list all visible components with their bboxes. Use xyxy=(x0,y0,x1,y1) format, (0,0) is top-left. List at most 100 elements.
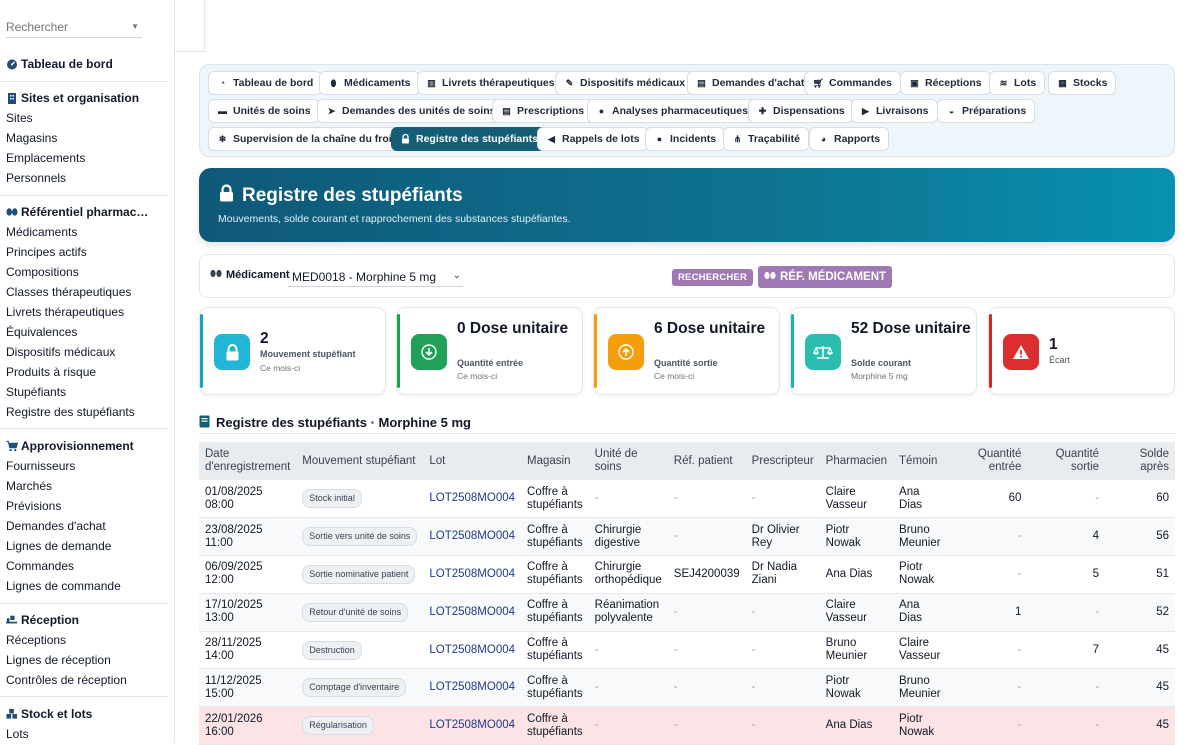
sidebar-item-stupefiants[interactable]: Stupéfiants xyxy=(0,382,174,402)
tab-prescriptions[interactable]: ▤ Prescriptions xyxy=(492,99,594,123)
col-header[interactable]: Prescripteur xyxy=(746,442,820,480)
sidebar-item-fournisseurs[interactable]: Fournisseurs xyxy=(0,456,174,476)
table-cell: - xyxy=(594,719,599,732)
col-header[interactable]: Quantité entrée xyxy=(947,442,1028,480)
tab-demandes-unites-soins[interactable]: ➤ Demandes des unités de soins xyxy=(317,99,505,123)
tab-livraisons[interactable]: ▶ Livraisons xyxy=(851,99,938,123)
sidebar-item-receptions[interactable]: Réceptions xyxy=(0,630,174,650)
sidebar-item-lignes-demande[interactable]: Lignes de demande xyxy=(0,536,174,556)
tab-lots[interactable]: ≋ Lots xyxy=(989,71,1046,95)
sidebar-item-classes-therapeutiques[interactable]: Classes thérapeutiques xyxy=(0,282,174,302)
table-cell: 01/08/2025 08:00 xyxy=(205,485,263,511)
tab-rappels-lots[interactable]: ◀ Rappels de lots xyxy=(537,127,649,151)
sidebar-item-registre-stupefiants[interactable]: Registre des stupéfiants xyxy=(0,402,174,422)
tab-label: Registre des stupéfiants xyxy=(416,133,538,145)
sidebar-section-header[interactable]: Réception xyxy=(0,610,174,630)
sidebar-search-input[interactable] xyxy=(6,18,124,36)
col-header[interactable]: Magasin xyxy=(521,442,589,480)
medicament-select[interactable]: MED0018 - Morphine 5 mg ⌄ xyxy=(288,267,463,287)
lot-link[interactable]: LOT2508MO004 xyxy=(429,681,515,693)
col-header[interactable]: Réf. patient xyxy=(668,442,746,480)
building-icon xyxy=(6,92,18,104)
sidebar-item-lots[interactable]: Lots xyxy=(0,724,174,743)
tab-analyses-pharmaceutiques[interactable]: ● Analyses pharmaceutiques xyxy=(587,99,757,123)
sidebar-section-header[interactable]: Référentiel pharmac… xyxy=(0,202,174,222)
tab-medicaments[interactable]: ⬮ Médicaments xyxy=(319,71,420,95)
table-row[interactable]: 28/11/2025 14:00 Destruction LOT2508MO004 C… xyxy=(199,631,1175,669)
table-cell: Claire Vasseur xyxy=(899,637,941,663)
col-header[interactable]: Témoin xyxy=(893,442,947,480)
col-header[interactable]: Unité de soins xyxy=(589,442,668,480)
table-cell: - xyxy=(673,681,678,694)
table-row[interactable]: 17/10/2025 13:00 Retour d'unité de soins L… xyxy=(199,593,1175,632)
sidebar-item-previsions[interactable]: Prévisions xyxy=(0,496,174,516)
sidebar-item-emplacements[interactable]: Emplacements xyxy=(0,148,174,168)
tab-commandes[interactable]: 🛒︎ Commandes xyxy=(804,71,902,95)
col-header[interactable]: Pharmacien xyxy=(820,442,893,480)
sidebar-item-commandes[interactable]: Commandes xyxy=(0,556,174,576)
sidebar-item-marches[interactable]: Marchés xyxy=(0,476,174,496)
lot-link[interactable]: LOT2508MO004 xyxy=(429,719,515,731)
tab-unites-de-soins[interactable]: ▬ Unités de soins xyxy=(208,99,320,123)
sidebar-section-header[interactable]: Sites et organisation xyxy=(0,88,174,108)
sidebar-item-equivalences[interactable]: Équivalences xyxy=(0,322,174,342)
table-row[interactable]: 22/01/2026 16:00 Régularisation LOT2508MO0… xyxy=(199,706,1175,745)
tab-rapports[interactable]: ◕ Rapports xyxy=(809,127,890,151)
tab-tracabilite[interactable]: ⋔ Traçabilité xyxy=(723,127,809,151)
sidebar-item-medicaments[interactable]: Médicaments xyxy=(0,222,174,242)
sidebar-item-dispositifs-medicaux[interactable]: Dispositifs médicaux xyxy=(0,342,174,362)
ref-medicament-button[interactable]: RÉF. MÉDICAMENT xyxy=(758,266,893,288)
table-cell: 45 xyxy=(1156,643,1169,656)
sidebar-item-lignes-commande[interactable]: Lignes de commande xyxy=(0,576,174,596)
col-header[interactable]: Lot xyxy=(423,442,521,480)
tab-preparations[interactable]: ◒ Préparations xyxy=(937,99,1036,123)
sidebar-section-header[interactable]: Stock et lots xyxy=(0,704,174,724)
table-row[interactable]: 06/09/2025 12:00 Sortie nominative patien… xyxy=(199,556,1175,594)
mortar-icon: ◒ xyxy=(948,106,955,116)
sidebar-item-produits-a-risque[interactable]: Produits à risque xyxy=(0,362,174,382)
lot-link[interactable]: LOT2508MO004 xyxy=(429,492,515,504)
sidebar-section-header[interactable]: Approvisionnement xyxy=(0,436,174,456)
col-header[interactable]: Solde après xyxy=(1105,442,1175,480)
col-header[interactable]: Date d'enregistrement xyxy=(199,442,296,480)
table-cell: 52 xyxy=(1156,605,1169,618)
sidebar-item-sites[interactable]: Sites xyxy=(0,108,174,128)
table-cell: - xyxy=(1017,567,1022,580)
sidebar-item-personnels[interactable]: Personnels xyxy=(0,168,174,188)
tab-receptions[interactable]: ▣ Réceptions xyxy=(900,71,991,95)
sidebar-item-controles-reception[interactable]: Contrôles de réception xyxy=(0,670,174,690)
prescription-icon: ▤ xyxy=(502,105,511,116)
sidebar-dashboard[interactable]: Tableau de bord xyxy=(0,54,174,74)
col-header[interactable]: Mouvement stupéfiant xyxy=(296,442,423,480)
tab-tableau-de-bord[interactable]: ◔ Tableau de bord xyxy=(208,71,323,95)
lot-link[interactable]: LOT2508MO004 xyxy=(429,530,515,542)
tab-dispositifs-medicaux[interactable]: ✎ Dispositifs médicaux xyxy=(555,71,695,95)
cell-lot: LOT2508MO004 xyxy=(423,593,521,631)
tab-stocks[interactable]: ▦ Stocks xyxy=(1048,71,1117,95)
tab-registre-stupefiants[interactable]: Registre des stupéfiants xyxy=(391,127,547,151)
tab-livrets-therapeutiques[interactable]: ▥ Livrets thérapeutiques xyxy=(417,71,564,95)
tab-demandes-achat[interactable]: ▤ Demandes d'achat xyxy=(687,71,814,95)
tab-label: Livraisons xyxy=(876,105,929,117)
sidebar-search[interactable]: ▼ xyxy=(6,18,142,38)
lot-link[interactable]: LOT2508MO004 xyxy=(429,606,515,618)
tab-dispensations[interactable]: ✚ Dispensations xyxy=(748,99,854,123)
table-header-row: Date d'enregistrement Mouvement stupéfia… xyxy=(199,442,1175,480)
tab-supervision-chaine-froid[interactable]: ❄ Supervision de la chaîne du froid xyxy=(208,127,408,151)
sidebar-item-lignes-reception[interactable]: Lignes de réception xyxy=(0,650,174,670)
table-row[interactable]: 23/08/2025 11:00 Sortie vers unité de soi… xyxy=(199,517,1175,556)
search-button[interactable]: RECHERCHER xyxy=(672,269,754,286)
sidebar-item-demandes-achat[interactable]: Demandes d'achat xyxy=(0,516,174,536)
chevron-down-icon[interactable]: ▼ xyxy=(131,22,139,31)
table-row[interactable]: 11/12/2025 15:00 Comptage d'inventaire LOT… xyxy=(199,668,1175,707)
sidebar-item-magasins[interactable]: Magasins xyxy=(0,128,174,148)
sidebar-item-principes-actifs[interactable]: Principes actifs xyxy=(0,242,174,262)
sidebar-item-livrets-therapeutiques[interactable]: Livrets thérapeutiques xyxy=(0,302,174,322)
sidebar-item-compositions[interactable]: Compositions xyxy=(0,262,174,282)
lot-link[interactable]: LOT2508MO004 xyxy=(429,644,515,656)
cell-mouvement: Régularisation xyxy=(296,707,423,745)
tab-incidents[interactable]: ● Incidents xyxy=(645,127,726,151)
lot-link[interactable]: LOT2508MO004 xyxy=(429,568,515,580)
table-row[interactable]: 01/08/2025 08:00 Stock initial LOT2508MO00… xyxy=(199,480,1175,518)
col-header[interactable]: Quantité sortie xyxy=(1027,442,1105,480)
